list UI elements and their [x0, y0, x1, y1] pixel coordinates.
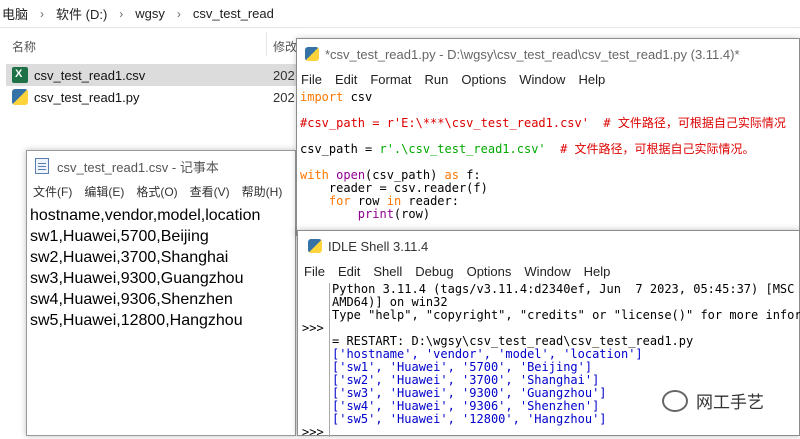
editor-title: *csv_test_read1.py - D:\wgsy\csv_test_re…	[325, 46, 740, 62]
file-name: csv_test_read1.py	[34, 89, 140, 105]
watermark: 网工手艺	[662, 388, 764, 413]
column-modified[interactable]: 修改	[273, 38, 297, 55]
file-row-py[interactable]: csv_test_read1.py 202	[6, 86, 296, 108]
menu-debug[interactable]: Debug	[415, 261, 453, 283]
output-line: ['sw5', 'Huawei', '12800', 'Hangzhou']	[332, 412, 607, 426]
text-line: sw4,Huawei,9306,Shenzhen	[30, 291, 233, 308]
code-line: print(row)	[357, 207, 431, 221]
notepad-text-area[interactable]: hostname,vendor,model,location sw1,Huawe…	[30, 205, 260, 331]
menu-format[interactable]: 格式(O)	[136, 181, 177, 203]
notepad-icon	[35, 158, 49, 174]
shell-prompt-gutter: >>> >>>	[298, 283, 330, 439]
notepad-title: csv_test_read1.csv - 记事本	[57, 159, 219, 175]
menu-options[interactable]: Options	[467, 261, 512, 283]
shell-title-bar[interactable]: IDLE Shell 3.11.4	[298, 231, 799, 261]
prompt-marker: >>>	[302, 321, 324, 335]
chevron-right-icon: ›	[40, 6, 45, 21]
code-editor[interactable]: import csv #csv_path = r'E:\***\csv_test…	[297, 91, 799, 235]
menu-help[interactable]: Help	[584, 261, 611, 283]
menu-help[interactable]: Help	[578, 69, 605, 91]
text-line: sw2,Huawei,3700,Shanghai	[30, 249, 229, 266]
python-icon	[308, 239, 322, 253]
editor-menu-bar: File Edit Format Run Options Window Help	[297, 69, 799, 91]
chevron-right-icon: ›	[176, 6, 181, 21]
code-line: import csv	[300, 91, 373, 104]
notepad-title-bar[interactable]: csv_test_read1.csv - 记事本	[27, 151, 295, 181]
menu-shell[interactable]: Shell	[373, 261, 402, 283]
menu-file[interactable]: 文件(F)	[33, 181, 72, 203]
python-file-icon	[12, 89, 28, 105]
file-name: csv_test_read1.csv	[34, 67, 146, 83]
file-date: 202	[273, 89, 295, 105]
python-icon	[305, 47, 319, 61]
column-name[interactable]: 名称	[12, 38, 36, 55]
file-date: 202	[273, 67, 295, 83]
breadcrumb-item-wgsy[interactable]: wgsy	[135, 6, 165, 21]
text-line: hostname,vendor,model,location	[30, 207, 261, 224]
wechat-icon	[662, 389, 688, 412]
menu-window[interactable]: Window	[519, 69, 565, 91]
notepad-window: csv_test_read1.csv - 记事本 文件(F) 编辑(E) 格式(…	[26, 150, 296, 436]
column-divider	[266, 32, 267, 56]
code-line: csv_path = r'.\csv_test_read1.csv' # 文件路…	[300, 142, 755, 156]
menu-help[interactable]: 帮助(H)	[242, 181, 283, 203]
menu-edit[interactable]: 编辑(E)	[84, 181, 124, 203]
excel-csv-icon	[12, 67, 28, 83]
menu-options[interactable]: Options	[461, 69, 506, 91]
banner-line: Type "help", "copyright", "credits" or "…	[332, 308, 800, 322]
chevron-right-icon: ›	[119, 6, 124, 21]
text-line: sw5,Huawei,12800,Hangzhou	[30, 312, 243, 329]
notepad-menu-bar: 文件(F) 编辑(E) 格式(O) 查看(V) 帮助(H)	[27, 181, 295, 203]
watermark-text: 网工手艺	[696, 393, 764, 412]
prompt-marker: >>>	[302, 425, 324, 439]
text-line: sw1,Huawei,5700,Beijing	[30, 228, 209, 245]
menu-window[interactable]: Window	[524, 261, 570, 283]
menu-file[interactable]: File	[304, 261, 325, 283]
editor-title-bar[interactable]: *csv_test_read1.py - D:\wgsy\csv_test_re…	[297, 39, 799, 69]
menu-edit[interactable]: Edit	[338, 261, 360, 283]
breadcrumb-item-drive[interactable]: 软件 (D:)	[56, 4, 107, 23]
menu-file[interactable]: File	[301, 69, 322, 91]
menu-edit[interactable]: Edit	[335, 69, 357, 91]
shell-output[interactable]: Python 3.11.4 (tags/v3.11.4:d2340ef, Jun…	[332, 283, 800, 437]
menu-run[interactable]: Run	[425, 69, 449, 91]
breadcrumb-item-pc[interactable]: 电脑	[2, 4, 28, 23]
code-line: #csv_path = r'E:\***\csv_test_read1.csv'…	[300, 116, 786, 130]
breadcrumb-item-folder[interactable]: csv_test_read	[193, 6, 274, 21]
menu-view[interactable]: 查看(V)	[190, 181, 230, 203]
breadcrumb: 电脑 › 软件 (D:) › wgsy › csv_test_read	[0, 0, 800, 28]
shell-title: IDLE Shell 3.11.4	[328, 238, 429, 254]
file-row-csv[interactable]: csv_test_read1.csv 202	[6, 64, 306, 86]
shell-menu-bar: File Edit Shell Debug Options Window Hel…	[298, 261, 799, 283]
text-line: sw3,Huawei,9300,Guangzhou	[30, 270, 244, 287]
idle-editor-window: *csv_test_read1.py - D:\wgsy\csv_test_re…	[296, 38, 800, 236]
menu-format[interactable]: Format	[370, 69, 411, 91]
